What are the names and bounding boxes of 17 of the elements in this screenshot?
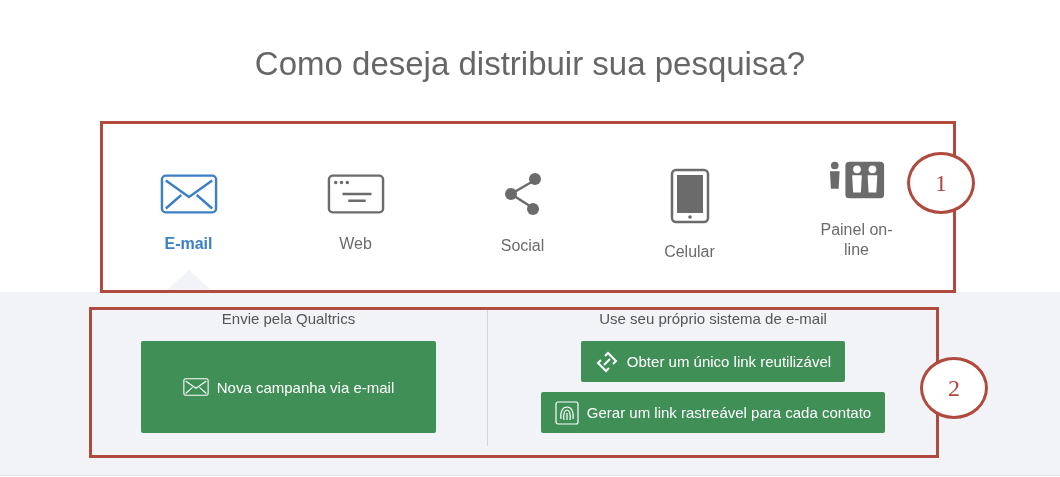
action-button[interactable]: Nova campanha via e-mail xyxy=(141,341,436,433)
annotation-number: 1 xyxy=(907,152,975,214)
link-icon xyxy=(594,349,619,374)
envelope-icon xyxy=(182,376,209,398)
section-heading: Use seu próprio sistema de e-mail xyxy=(599,310,827,327)
channel-tab[interactable]: Celular xyxy=(644,132,735,292)
browser-window-icon xyxy=(326,172,385,216)
channel-tab[interactable]: Web xyxy=(310,132,401,292)
section-heading: Envie pela Qualtrics xyxy=(221,310,356,327)
tablet-icon xyxy=(669,168,710,224)
action-button[interactable]: Gerar um link rastreável para cada contato xyxy=(540,392,886,433)
action-button[interactable]: Obter um único link reutilizável xyxy=(580,341,846,382)
channel-tab[interactable]: Social xyxy=(477,132,568,292)
fingerprint-icon xyxy=(554,400,579,425)
envelope-icon xyxy=(159,172,218,216)
page-title: Como deseja distribuir sua pesquisa? xyxy=(254,44,806,84)
channel-tab[interactable]: Painel on-line xyxy=(811,132,902,292)
